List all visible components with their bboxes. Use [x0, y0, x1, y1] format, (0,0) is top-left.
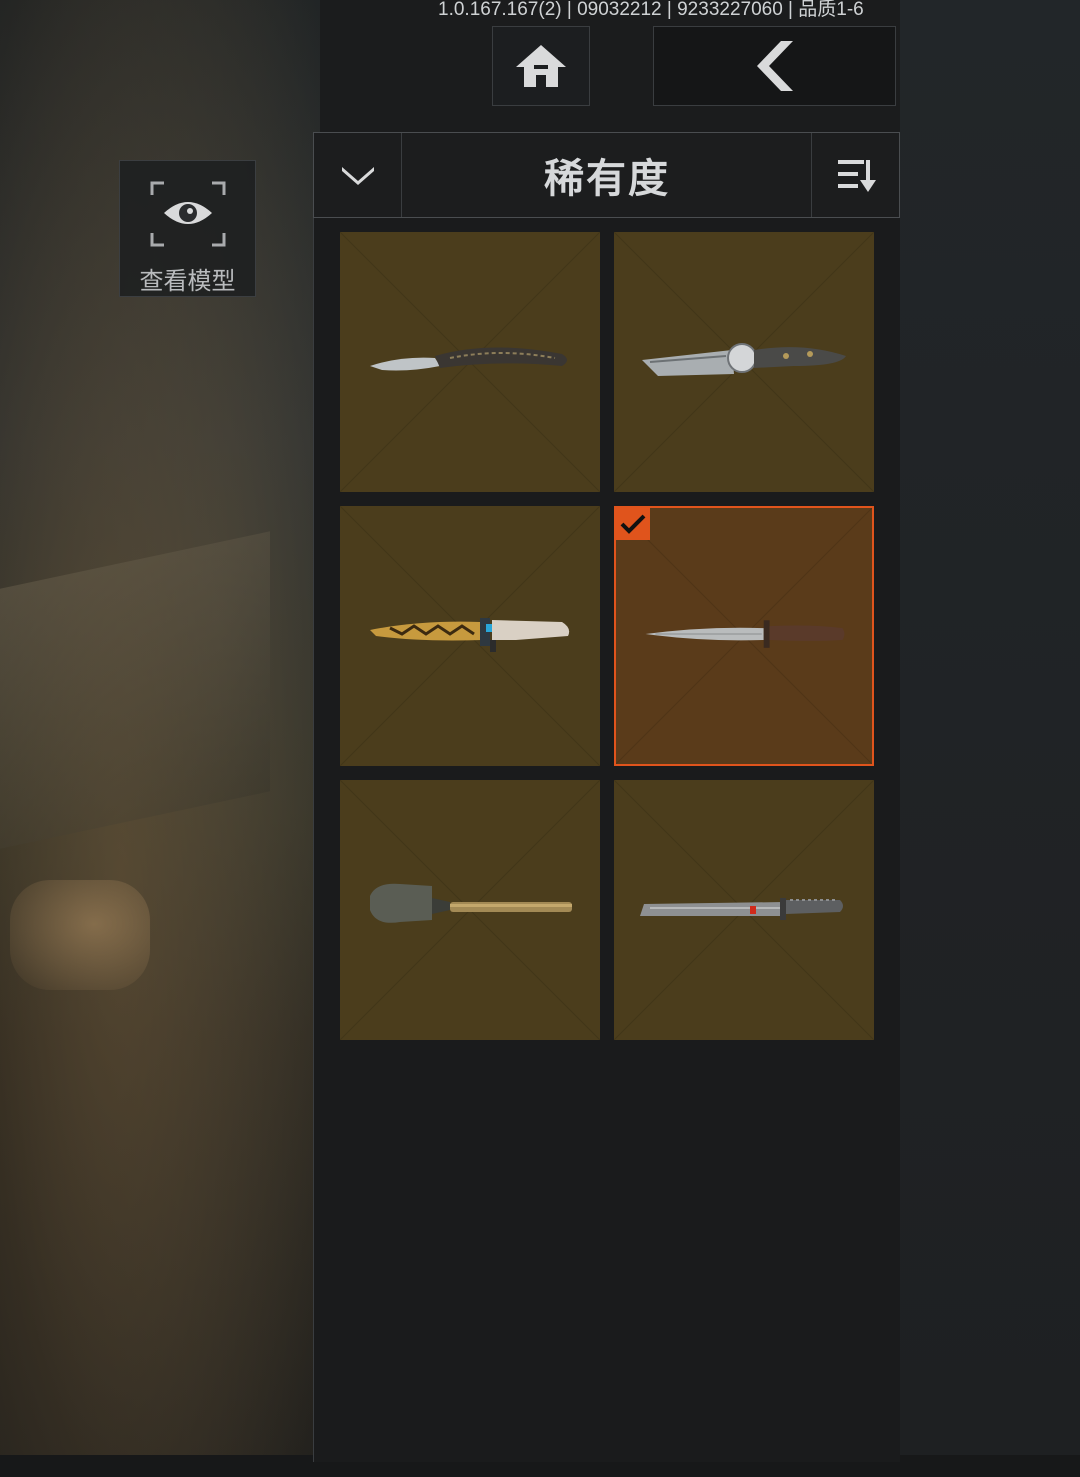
background-shape	[10, 880, 150, 990]
sort-dropdown-button[interactable]	[314, 133, 402, 217]
sort-order-button[interactable]	[811, 133, 899, 217]
sort-bar: 稀有度	[313, 132, 900, 218]
item-card-6[interactable]	[614, 780, 874, 1040]
sort-label[interactable]: 稀有度	[402, 133, 812, 217]
chevron-left-icon	[756, 41, 793, 91]
home-button[interactable]	[492, 26, 590, 106]
right-background	[900, 0, 1080, 1477]
checkmark-icon	[620, 514, 646, 534]
karambit-knife-icon	[370, 347, 567, 371]
chevron-down-icon	[341, 167, 374, 185]
folding-knife-icon	[642, 343, 846, 376]
selected-check-badge	[616, 508, 650, 540]
eye-icon	[150, 181, 226, 247]
version-text: 1.0.167.167(2) | 09032212 | 9233227060 |…	[438, 0, 864, 20]
background-shape	[0, 531, 270, 849]
gold-combat-knife-icon	[370, 618, 570, 652]
home-icon	[516, 45, 566, 87]
page: 1.0.167.167(2) | 09032212 | 9233227060 |…	[0, 0, 1080, 1477]
machete-icon	[640, 898, 843, 920]
item-card-5[interactable]	[340, 780, 600, 1040]
item-card-2[interactable]	[614, 232, 874, 492]
shovel-icon	[370, 883, 572, 923]
view-model-button[interactable]: 查看模型	[119, 160, 256, 297]
sort-descending-icon	[837, 160, 876, 192]
dagger-icon	[645, 620, 845, 648]
item-card-4[interactable]	[614, 506, 874, 766]
item-card-3[interactable]	[340, 506, 600, 766]
view-model-label: 查看模型	[139, 267, 236, 295]
back-button[interactable]	[653, 26, 896, 106]
item-card-1[interactable]	[340, 232, 600, 492]
